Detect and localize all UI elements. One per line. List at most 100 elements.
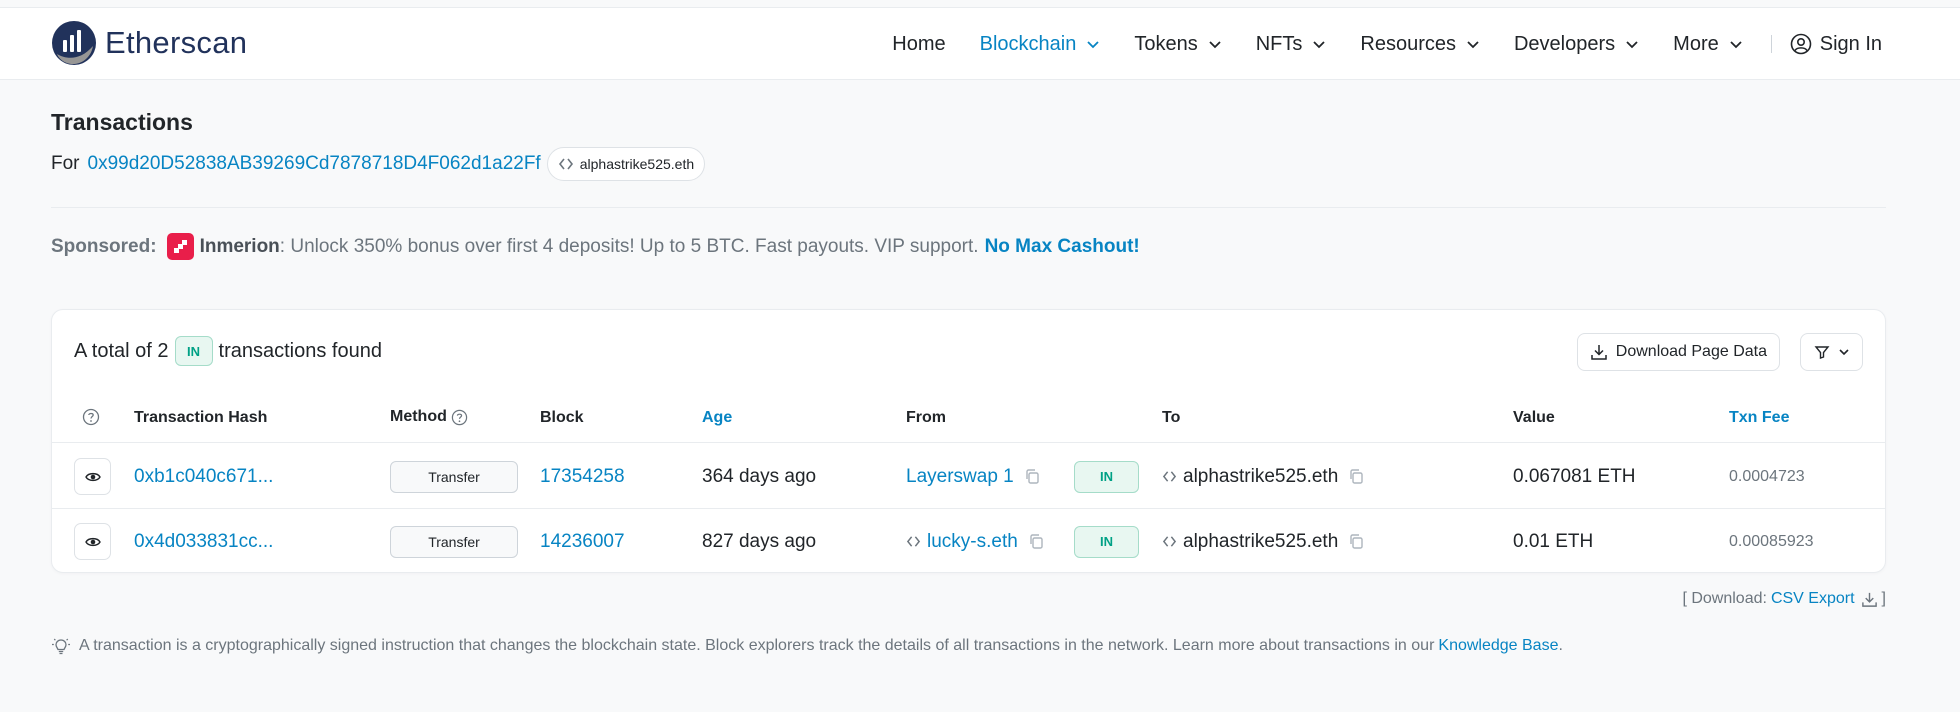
sponsor-cta-link[interactable]: No Max Cashout! <box>985 236 1140 258</box>
copy-icon[interactable] <box>1028 533 1045 550</box>
code-icon <box>906 536 921 547</box>
age-text: 827 days ago <box>702 530 817 552</box>
to-address[interactable]: alphastrike525.eth <box>1183 531 1338 553</box>
chevron-down-icon <box>1730 41 1742 49</box>
sign-in-link[interactable]: Sign In <box>1790 33 1882 56</box>
sponsored-banner: Sponsored: Inmerion : Unlock 350% bonus … <box>51 233 1140 260</box>
page-title: Transactions <box>51 109 193 135</box>
sign-in-label: Sign In <box>1819 32 1882 55</box>
chevron-down-icon <box>1838 349 1849 356</box>
top-strip <box>0 0 1960 8</box>
direction-badge: IN <box>1074 460 1139 493</box>
filter-dropdown-button[interactable] <box>1800 333 1863 371</box>
help-circle-icon[interactable] <box>82 408 100 426</box>
block-link[interactable]: 17354258 <box>540 466 625 488</box>
direction-badge: IN <box>1074 525 1139 558</box>
nav-home-label: Home <box>892 32 946 55</box>
txn-fee-text: 0.0004723 <box>1729 467 1805 485</box>
sponsor-name[interactable]: Inmerion <box>200 236 280 258</box>
download-suffix: ] <box>1881 590 1886 607</box>
header-method-label: Method <box>390 408 447 425</box>
address-link[interactable]: 0x99d20D52838AB39269Cd7878718D4F062d1a22… <box>88 153 541 175</box>
block-link[interactable]: 14236007 <box>540 531 625 553</box>
header-txn-fee[interactable]: Txn Fee <box>1729 409 1789 427</box>
csv-download: [ Download: CSV Export ] <box>1682 590 1886 608</box>
eye-icon <box>84 472 101 481</box>
table-row: 0x4d033831cc... Transfer 14236007 827 da… <box>52 509 1885 574</box>
nav-home[interactable]: Home <box>892 33 945 56</box>
from-address-link[interactable]: Layerswap 1 <box>906 466 1014 488</box>
nav-tokens[interactable]: Tokens <box>1134 33 1221 56</box>
method-badge: Transfer <box>390 525 518 558</box>
nav-developers-label: Developers <box>1513 32 1616 55</box>
user-circle-icon <box>1790 33 1812 55</box>
table-row: 0xb1c040c671... Transfer 17354258 364 da… <box>52 444 1885 509</box>
header-method: Method <box>390 408 468 426</box>
download-icon[interactable] <box>1861 591 1878 608</box>
age-text: 364 days ago <box>702 465 817 487</box>
nav-developers[interactable]: Developers <box>1514 33 1639 56</box>
view-details-button[interactable] <box>74 523 111 560</box>
header-value: Value <box>1513 409 1555 426</box>
to-address[interactable]: alphastrike525.eth <box>1183 466 1338 488</box>
nav-nfts-label: NFTs <box>1255 32 1303 55</box>
for-label: For <box>51 153 80 174</box>
address-line: For 0x99d20D52838AB39269Cd7878718D4F062d… <box>51 147 706 181</box>
header-transaction-hash: Transaction Hash <box>134 409 268 426</box>
inmerion-logo-icon <box>166 233 194 260</box>
nav-resources[interactable]: Resources <box>1360 33 1480 56</box>
navbar: Etherscan Home Blockchain Tokens NFTs Re… <box>0 8 1960 80</box>
nav-tokens-label: Tokens <box>1134 32 1198 55</box>
chevron-down-icon <box>1209 41 1221 49</box>
summary-prefix: A total of 2 <box>74 339 169 362</box>
copy-icon[interactable] <box>1024 468 1041 485</box>
chevron-down-icon <box>1626 41 1638 49</box>
chevron-down-icon <box>1467 41 1479 49</box>
value-text: 0.067081 ETH <box>1513 465 1636 487</box>
summary-suffix: transactions found <box>218 339 382 362</box>
from-address-link[interactable]: lucky-s.eth <box>927 531 1018 553</box>
download-page-data-label: Download Page Data <box>1615 343 1767 360</box>
sponsored-label: Sponsored: <box>51 235 157 257</box>
method-badge: Transfer <box>390 460 518 493</box>
divider <box>51 207 1886 208</box>
brand-logo-link[interactable]: Etherscan <box>51 20 247 66</box>
etherscan-logo-icon <box>52 21 96 65</box>
transactions-card: A total of 2 IN transactions found Downl… <box>51 309 1886 573</box>
transactions-summary: A total of 2 IN transactions found <box>74 336 382 366</box>
download-page-data-button[interactable]: Download Page Data <box>1576 333 1780 371</box>
help-circle-icon[interactable] <box>451 409 468 426</box>
nav-more[interactable]: More <box>1673 33 1743 56</box>
info-text: A transaction is a cryptographically sig… <box>79 637 1435 654</box>
download-icon <box>1591 345 1607 360</box>
download-prefix: [ Download: <box>1682 590 1767 607</box>
view-details-button[interactable] <box>74 458 111 495</box>
code-icon <box>1162 471 1177 482</box>
code-icon <box>1162 536 1177 547</box>
page-header: Transactions <box>51 109 193 136</box>
copy-icon[interactable] <box>1348 468 1365 485</box>
nav-blockchain[interactable]: Blockchain <box>980 33 1101 56</box>
table-header: Transaction Hash Method Block Age From T… <box>52 393 1885 443</box>
chevron-down-icon <box>1313 41 1326 49</box>
nav-blockchain-label: Blockchain <box>979 32 1077 55</box>
brand-name: Etherscan <box>105 25 248 60</box>
copy-icon[interactable] <box>1348 533 1365 550</box>
header-block: Block <box>540 409 584 426</box>
eye-icon <box>84 537 101 546</box>
knowledge-base-link[interactable]: Knowledge Base <box>1438 637 1558 655</box>
chevron-down-icon <box>1087 41 1099 49</box>
ens-name: alphastrike525.eth <box>579 156 695 172</box>
header-age[interactable]: Age <box>702 409 732 427</box>
transaction-hash-link[interactable]: 0xb1c040c671... <box>134 466 273 488</box>
csv-export-link[interactable]: CSV Export <box>1771 590 1855 608</box>
nav-nfts[interactable]: NFTs <box>1256 33 1327 56</box>
ens-name-pill[interactable]: alphastrike525.eth <box>546 147 706 181</box>
nav-separator <box>1770 35 1772 53</box>
in-badge: IN <box>174 336 213 366</box>
transaction-hash-link[interactable]: 0x4d033831cc... <box>134 531 273 553</box>
main-nav: Home Blockchain Tokens NFTs Resources De… <box>858 8 1882 80</box>
txn-fee-text: 0.00085923 <box>1729 532 1814 550</box>
info-note: A transaction is a cryptographically sig… <box>51 636 1563 656</box>
info-end: . <box>1558 637 1563 654</box>
